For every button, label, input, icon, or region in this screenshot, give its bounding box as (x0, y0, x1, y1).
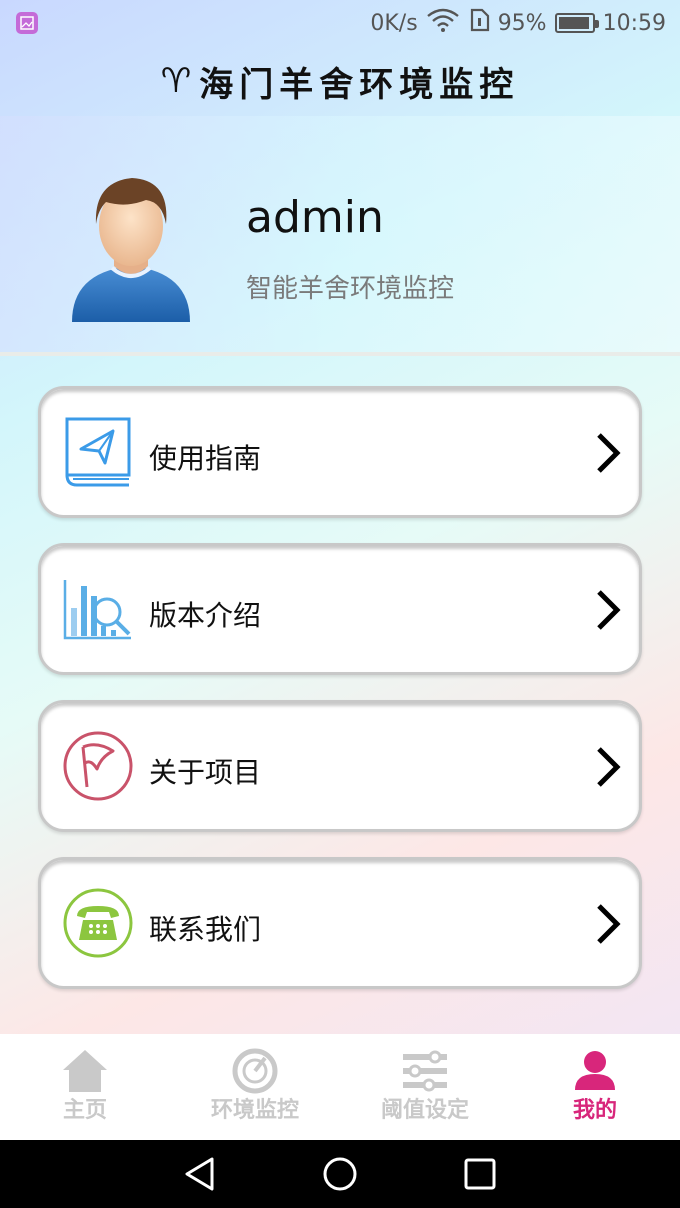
recents-icon[interactable] (462, 1156, 498, 1192)
nav-label: 环境监控 (210, 1098, 299, 1123)
system-nav-bar (0, 1140, 680, 1208)
profile-subtitle: 智能羊舍环境监控 (246, 274, 455, 304)
telephone-icon (61, 886, 135, 960)
home-button-icon[interactable] (322, 1156, 358, 1192)
menu-item-guide[interactable]: 使用指南 (38, 386, 642, 518)
network-speed: 0K/s (370, 10, 418, 36)
menu-item-label: 关于项目 (149, 756, 262, 789)
app-header: ♈ 海门羊舍环境监控 (0, 46, 680, 116)
menu-item-version[interactable]: 版本介绍 (38, 543, 642, 675)
nav-item-monitor[interactable]: 环境监控 (170, 1034, 340, 1140)
person-icon (575, 1051, 615, 1090)
battery-icon (554, 13, 599, 33)
menu-item-label: 版本介绍 (149, 599, 262, 632)
chevron-right-icon (593, 586, 623, 634)
clock: 10:59 (602, 10, 666, 36)
nav-item-threshold[interactable]: 阈值设定 (340, 1034, 510, 1140)
section-divider (0, 352, 680, 356)
back-icon[interactable] (182, 1156, 218, 1192)
chevron-right-icon (593, 900, 623, 948)
nav-item-home[interactable]: 主页 (0, 1034, 170, 1140)
nav-label: 主页 (62, 1098, 107, 1123)
battery-percent: 95% (497, 10, 547, 36)
nav-label: 阈值设定 (380, 1098, 469, 1123)
menu-item-label: 使用指南 (149, 442, 262, 475)
version-chart-icon (61, 572, 135, 646)
wifi-icon (426, 8, 460, 38)
flag-icon (61, 729, 135, 803)
gallery-notification-icon (16, 12, 38, 34)
gauge-icon (232, 1048, 278, 1094)
username: admin (246, 192, 384, 243)
menu-item-about[interactable]: 关于项目 (38, 700, 642, 832)
status-bar: 0K/s 95% 10:59 (0, 0, 680, 46)
home-icon (63, 1050, 107, 1092)
guide-book-icon (61, 415, 135, 489)
nav-label: 我的 (572, 1098, 617, 1123)
chevron-right-icon (593, 743, 623, 791)
menu-item-contact[interactable]: 联系我们 (38, 857, 642, 989)
app-title: 海门羊舍环境监控 (199, 64, 520, 105)
aries-icon: ♈ (160, 61, 192, 101)
chevron-right-icon (593, 429, 623, 477)
user-avatar-icon[interactable] (66, 172, 196, 328)
profile-section: admin 智能羊舍环境监控 (0, 116, 680, 352)
nav-item-mine[interactable]: 我的 (510, 1034, 680, 1140)
bottom-nav: 主页 环境监控 阈值设定 我的 (0, 1034, 680, 1140)
sliders-icon (403, 1050, 447, 1092)
sim-icon (468, 8, 490, 38)
menu-item-label: 联系我们 (149, 913, 262, 946)
